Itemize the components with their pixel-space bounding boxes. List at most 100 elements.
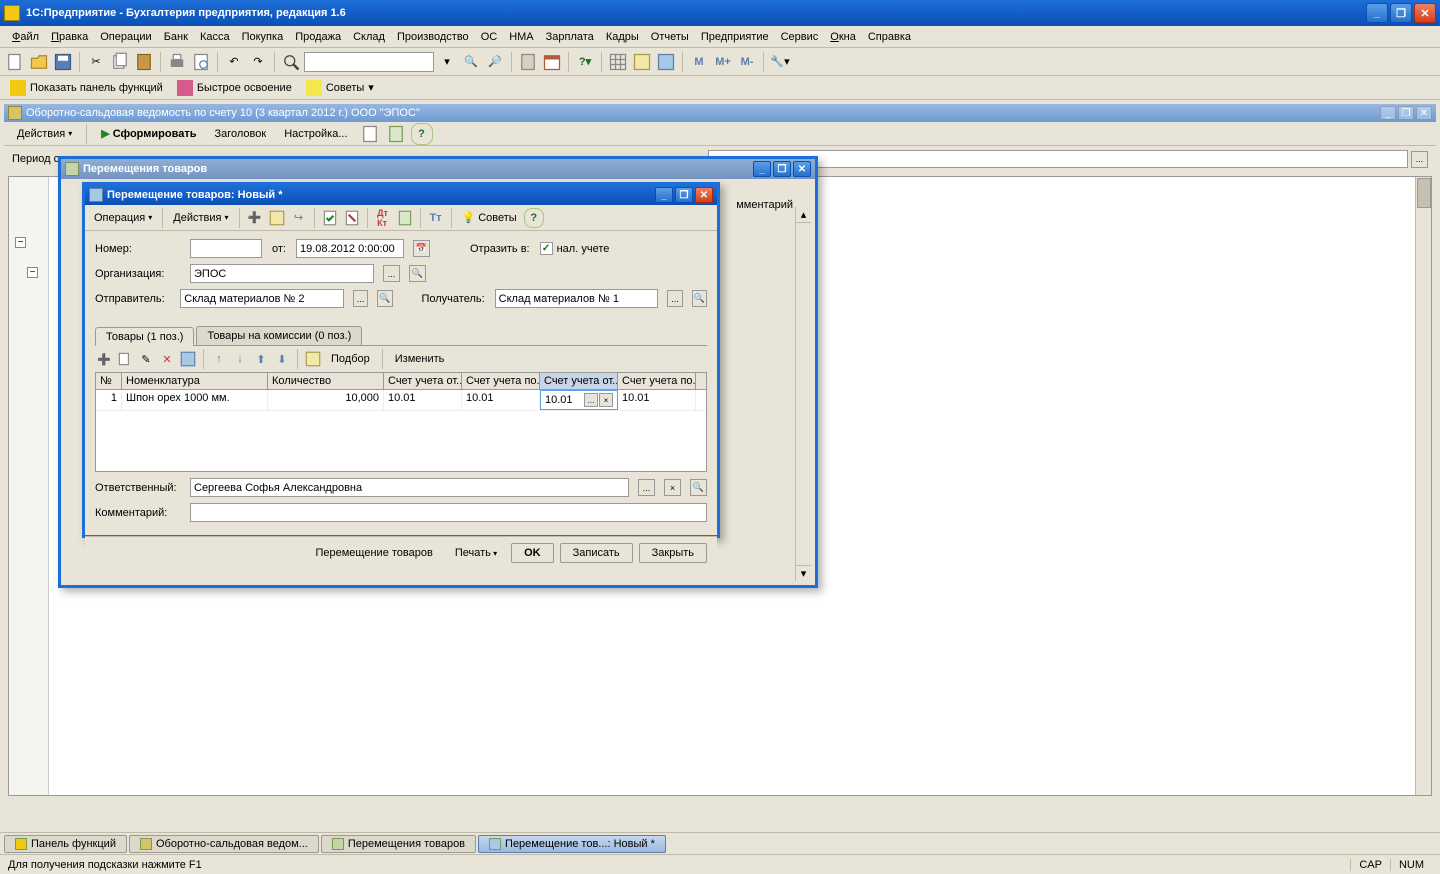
resp-clear-button[interactable]: × [664, 479, 681, 496]
list-minimize-button[interactable]: _ [753, 161, 771, 177]
calc-icon[interactable] [517, 51, 539, 73]
show-panel-button[interactable]: Показать панель функций [4, 78, 169, 98]
sender-select-button[interactable]: ... [353, 290, 368, 307]
doc-maximize-button[interactable]: ❐ [675, 187, 693, 203]
report-minimize-button[interactable]: _ [1380, 106, 1396, 120]
close-doc-button[interactable]: Закрыть [639, 543, 707, 563]
menu-reports[interactable]: Отчеты [645, 29, 695, 45]
report-settings-button[interactable]: Настройка... [277, 125, 354, 143]
undo-icon[interactable]: ↶ [223, 51, 245, 73]
menu-sell[interactable]: Продажа [289, 29, 347, 45]
org-input[interactable]: ЭПОС [190, 264, 374, 283]
menu-windows[interactable]: Окна [824, 29, 862, 45]
close-button[interactable]: ✕ [1414, 3, 1436, 23]
col-nomen[interactable]: Номенклатура [122, 373, 268, 389]
doc-dkt-icon[interactable]: ДтКт [373, 208, 393, 228]
print-button[interactable]: Печать [447, 544, 505, 562]
quick-learn-button[interactable]: Быстрое освоение [171, 78, 298, 98]
paste-icon[interactable] [133, 51, 155, 73]
comment-input[interactable] [190, 503, 707, 522]
doc-post-icon[interactable] [320, 208, 340, 228]
menu-kadry[interactable]: Кадры [600, 29, 645, 45]
col-acc-from2[interactable]: Счет учета от... [540, 373, 618, 389]
doc-add-icon[interactable]: ➕ [245, 208, 265, 228]
doc-tips-button[interactable]: 💡 Советы [457, 208, 522, 227]
grid-add-icon[interactable]: ➕ [95, 350, 113, 368]
resp-input[interactable]: Сергеева Софья Александровна [190, 478, 629, 497]
receiver-input[interactable]: Склад материалов № 1 [495, 289, 659, 308]
tree-collapse-1-icon[interactable]: − [15, 237, 26, 248]
window-icon[interactable] [655, 51, 677, 73]
doc-nav-icon[interactable]: ↪ [289, 208, 309, 228]
report-form-button[interactable]: ▶ Сформировать [94, 124, 203, 143]
dropdown-icon[interactable]: ▾ [436, 51, 458, 73]
grid-icon[interactable] [607, 51, 629, 73]
grid-copy-icon[interactable] [116, 350, 134, 368]
grid-up-icon[interactable]: ↑ [210, 350, 228, 368]
report-restore-button[interactable]: ❐ [1398, 106, 1414, 120]
grid-selection-button[interactable]: Подбор [325, 353, 376, 365]
settings-icon[interactable]: 🔧▾ [769, 51, 791, 73]
org-select-button[interactable]: ... [383, 265, 400, 282]
grid-change-button[interactable]: Изменить [389, 353, 451, 365]
report-actions-button[interactable]: Действия [10, 125, 79, 143]
report-tool1-icon[interactable] [359, 123, 381, 145]
preview-icon[interactable] [190, 51, 212, 73]
menu-file[interactable]: Файл [6, 29, 45, 45]
grid-down-icon[interactable]: ↓ [231, 350, 249, 368]
tree-collapse-2-icon[interactable]: − [27, 267, 38, 278]
doc-help-icon[interactable]: ? [524, 208, 544, 228]
sender-input[interactable]: Склад материалов № 2 [180, 289, 344, 308]
date-input[interactable]: 19.08.2012 0:00:00 [296, 239, 404, 258]
number-input[interactable] [190, 239, 262, 258]
list-maximize-button[interactable]: ❐ [773, 161, 791, 177]
menu-kassa[interactable]: Касса [194, 29, 236, 45]
sender-open-button[interactable]: 🔍 [377, 290, 392, 307]
menu-buy[interactable]: Покупка [236, 29, 290, 45]
task-panel[interactable]: Панель функций [4, 835, 127, 853]
find-icon[interactable] [280, 51, 302, 73]
col-qty[interactable]: Количество [268, 373, 384, 389]
menu-proizv[interactable]: Производство [391, 29, 475, 45]
calendar-icon[interactable] [541, 51, 563, 73]
footer-name-link[interactable]: Перемещение товаров [307, 544, 440, 562]
doc-struct-icon[interactable] [395, 208, 415, 228]
tips-button[interactable]: Советы ▾ [300, 78, 380, 98]
doc-minimize-button[interactable]: _ [655, 187, 673, 203]
grid-sort-desc-icon[interactable]: ⬇ [273, 350, 291, 368]
grid-fill-icon[interactable] [304, 350, 322, 368]
cut-icon[interactable]: ✂ [85, 51, 107, 73]
grid-delete-icon[interactable]: ✕ [158, 350, 176, 368]
list-icon[interactable] [631, 51, 653, 73]
col-acc-to[interactable]: Счет учета по... [462, 373, 540, 389]
cell-a3-editing[interactable]: 10.01 ... × [540, 390, 618, 410]
report-tool2-icon[interactable] [385, 123, 407, 145]
list-close-button[interactable]: ✕ [793, 161, 811, 177]
grid-end-icon[interactable] [179, 350, 197, 368]
report-scrollbar[interactable] [1415, 177, 1431, 795]
report-header-button[interactable]: Заголовок [207, 125, 273, 143]
table-row[interactable]: 1 Шпон орех 1000 мм. 10,000 10.01 10.01 … [96, 390, 706, 411]
m-plus-icon[interactable]: M+ [712, 51, 734, 73]
m-icon[interactable]: M [688, 51, 710, 73]
period-select-button[interactable]: ... [1411, 151, 1428, 168]
cell-select-button[interactable]: ... [584, 393, 598, 407]
m-minus-icon[interactable]: M- [736, 51, 758, 73]
cell-clear-button[interactable]: × [599, 393, 613, 407]
print-icon[interactable] [166, 51, 188, 73]
doc-unpost-icon[interactable] [342, 208, 362, 228]
resp-open-button[interactable]: 🔍 [690, 479, 707, 496]
grid-sort-asc-icon[interactable]: ⬆ [252, 350, 270, 368]
write-button[interactable]: Записать [560, 543, 633, 563]
copy-icon[interactable] [109, 51, 131, 73]
search-input[interactable] [304, 52, 434, 72]
receiver-open-button[interactable]: 🔍 [692, 290, 707, 307]
task-doc[interactable]: Перемещение тов...: Новый * [478, 835, 666, 853]
maximize-button[interactable]: ❐ [1390, 3, 1412, 23]
menu-ops[interactable]: Операции [94, 29, 157, 45]
ok-button[interactable]: OK [511, 543, 554, 563]
col-acc-to2[interactable]: Счет учета по... [618, 373, 696, 389]
menu-sklad[interactable]: Склад [347, 29, 391, 45]
col-num[interactable]: № [96, 373, 122, 389]
doc-operation-button[interactable]: Операция [89, 209, 157, 227]
